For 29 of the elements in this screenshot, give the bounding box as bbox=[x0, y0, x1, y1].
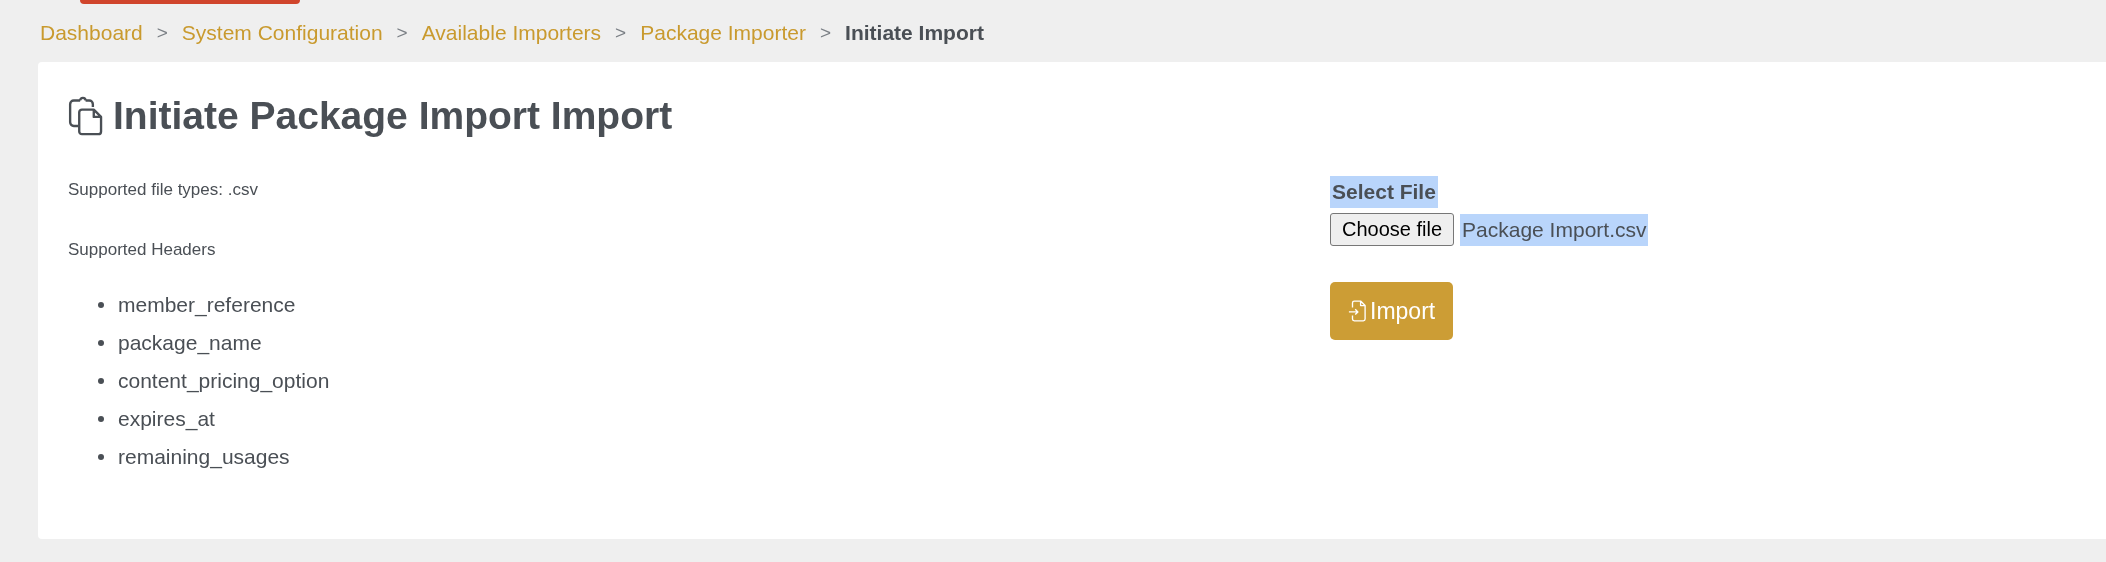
breadcrumb-separator: > bbox=[819, 22, 832, 44]
clipboard-icon bbox=[68, 96, 105, 136]
bullet-icon bbox=[98, 302, 104, 308]
header-name: member_reference bbox=[118, 293, 296, 317]
import-button[interactable]: Import bbox=[1330, 282, 1454, 340]
bullet-icon bbox=[98, 378, 104, 384]
breadcrumb-link[interactable]: Package Importer bbox=[640, 21, 806, 45]
breadcrumb-link[interactable]: Available Importers bbox=[421, 21, 602, 45]
select-file-label: Select File bbox=[1330, 176, 1438, 208]
header-name: expires_at bbox=[118, 407, 215, 431]
header-name: remaining_usages bbox=[118, 445, 290, 469]
breadcrumb-separator: > bbox=[396, 22, 408, 44]
bullet-icon bbox=[98, 340, 104, 346]
bullet-icon bbox=[98, 454, 104, 460]
header-name: content_pricing_option bbox=[118, 369, 330, 393]
file-import-icon bbox=[1348, 300, 1366, 322]
breadcrumb-separator: > bbox=[615, 22, 627, 44]
supported-headers-label: Supported Headers bbox=[68, 240, 217, 260]
header-name: package_name bbox=[118, 331, 262, 355]
top-button[interactable] bbox=[80, 0, 300, 4]
file-name: Package Import.csv bbox=[1460, 213, 1649, 246]
page-title: Initiate Package Import Import bbox=[113, 94, 673, 138]
breadcrumb-current: Initiate Import bbox=[845, 21, 984, 45]
breadcrumb-separator: > bbox=[156, 22, 168, 44]
supported-file-types: Supported file types: .csv bbox=[68, 180, 259, 200]
breadcrumb-link[interactable]: System Configuration bbox=[181, 21, 383, 45]
breadcrumb-link[interactable]: Dashboard bbox=[40, 21, 143, 45]
choose-file-button[interactable]: Choose file bbox=[1330, 213, 1455, 246]
bullet-icon bbox=[98, 416, 104, 422]
